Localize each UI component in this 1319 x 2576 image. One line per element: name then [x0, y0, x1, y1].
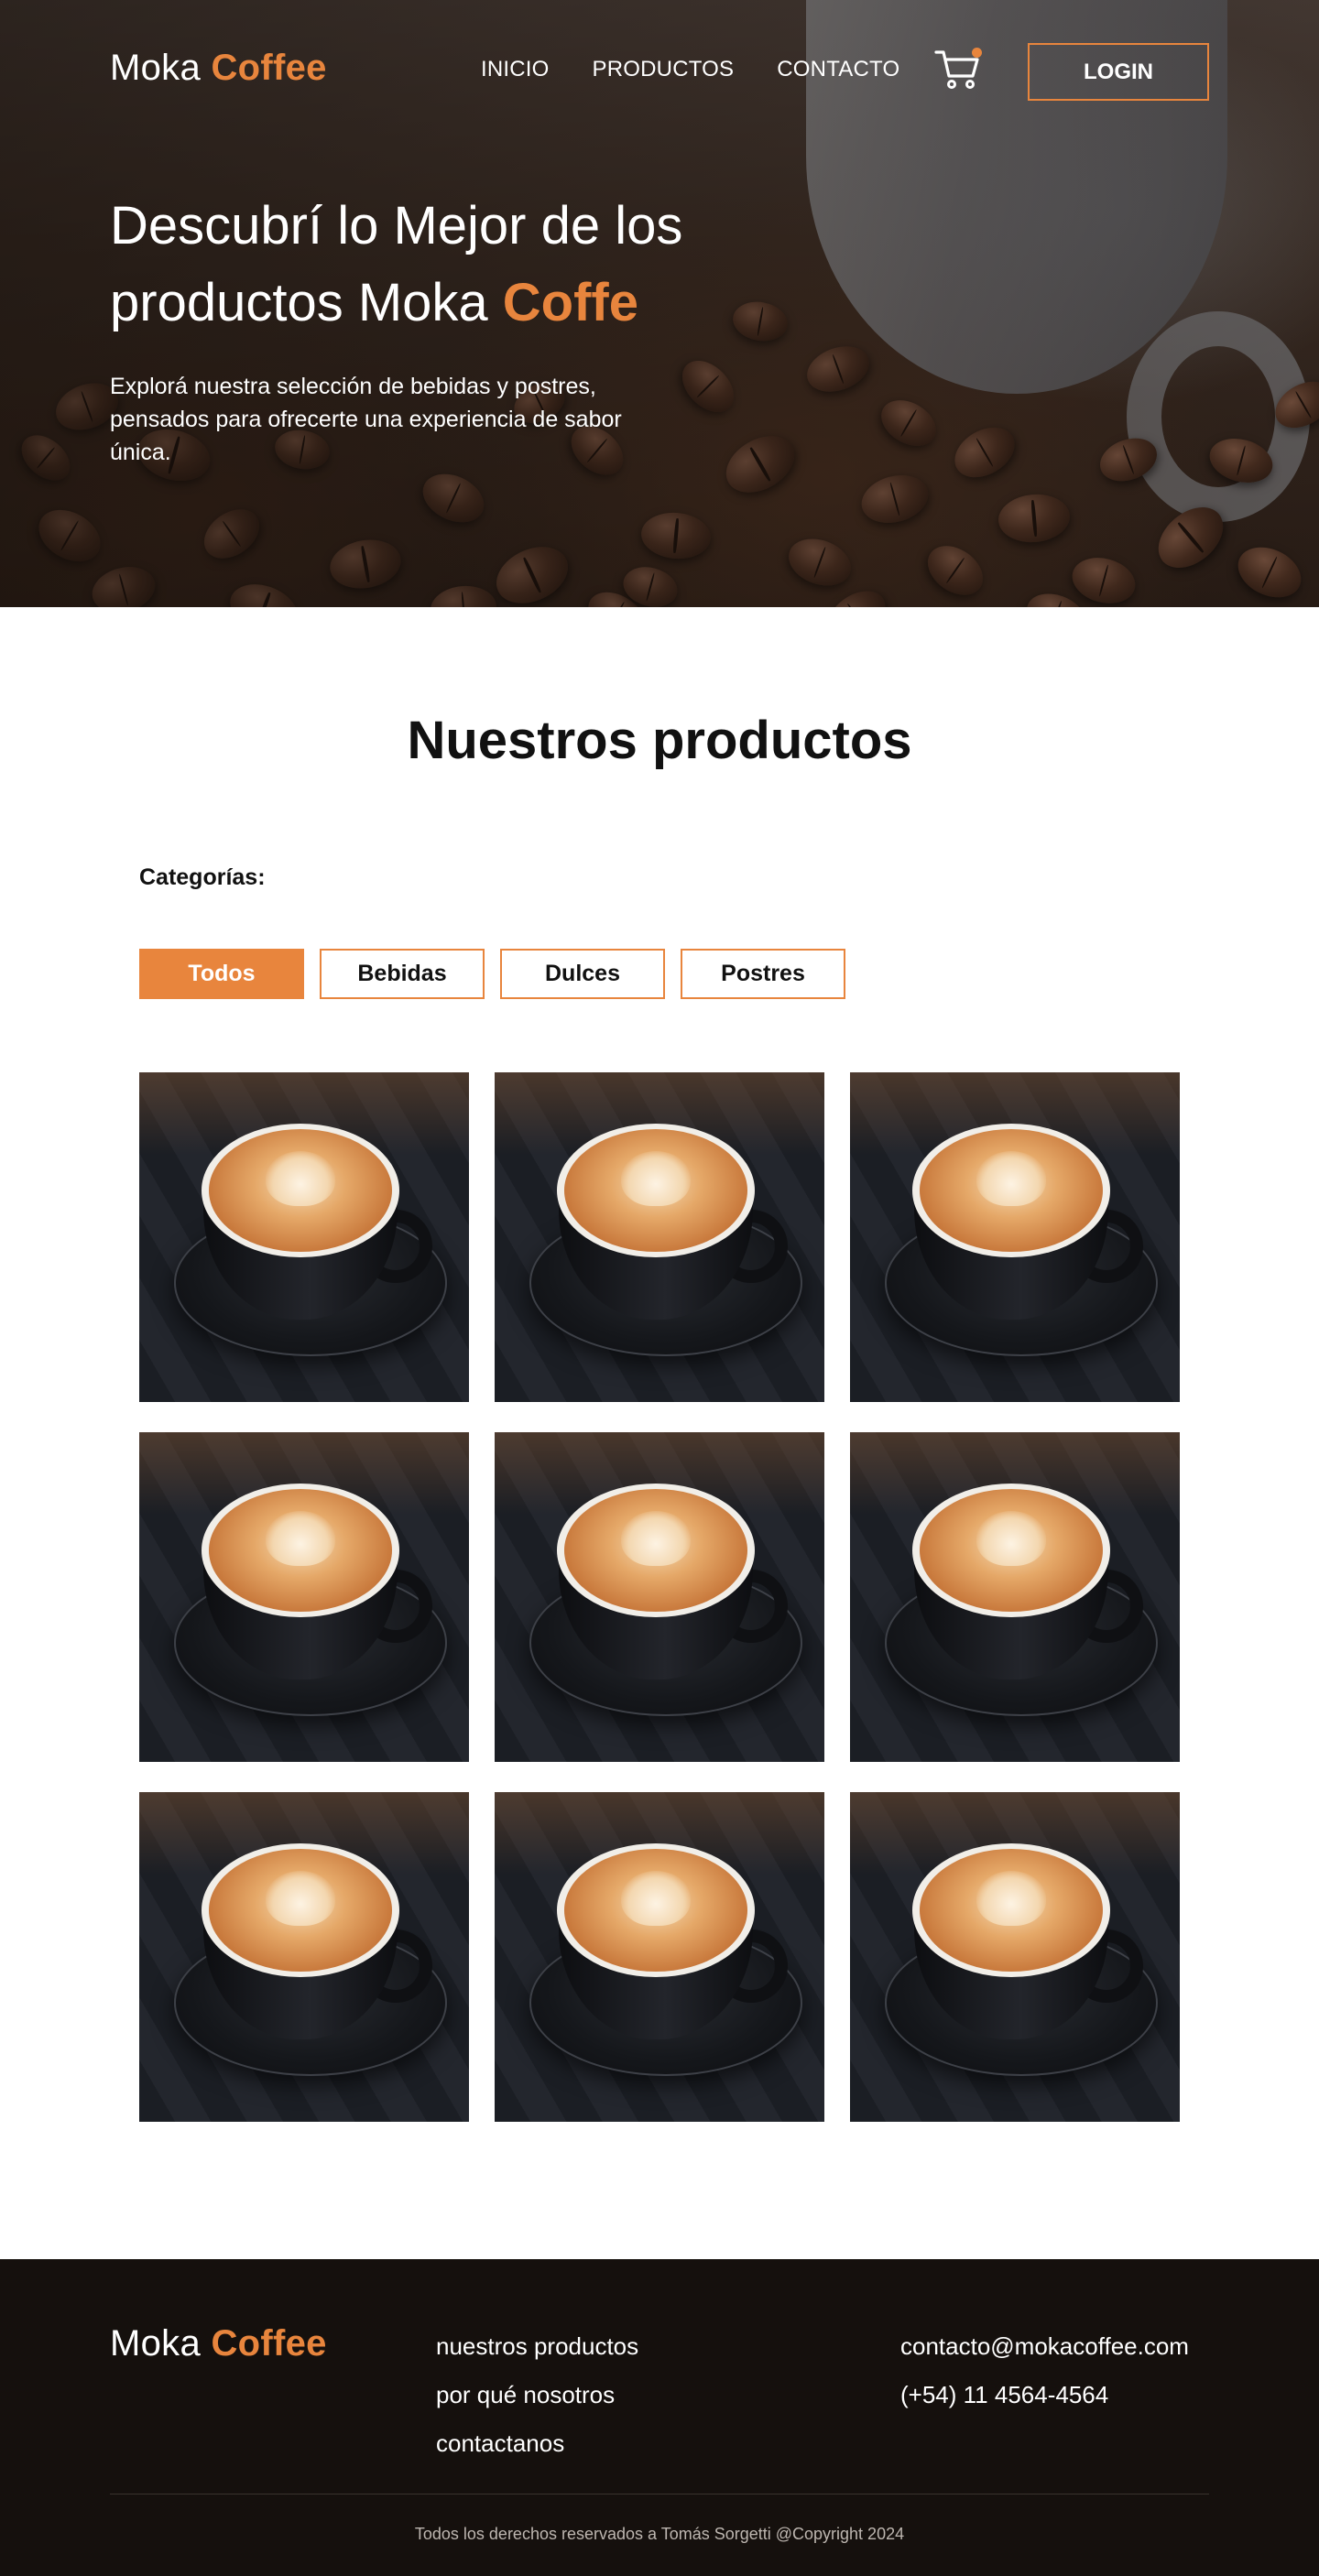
product-card[interactable]: [139, 1432, 469, 1762]
category-filters: Todos Bebidas Dulces Postres: [139, 949, 845, 999]
main-nav: INICIO PRODUCTOS CONTACTO: [481, 57, 899, 82]
filter-dulces-button[interactable]: Dulces: [500, 949, 665, 999]
site-footer: Moka Coffee nuestros productos por qué n…: [0, 2259, 1319, 2576]
footer-logo-accent: Coffee: [211, 2323, 327, 2364]
hero-description: Explorá nuestra selección de bebidas y p…: [110, 374, 622, 465]
footer-link-por-que-nosotros[interactable]: por qué nosotros: [436, 2379, 638, 2411]
footer-links: nuestros productos por qué nosotros cont…: [436, 2331, 638, 2460]
footer-link-productos[interactable]: nuestros productos: [436, 2331, 638, 2363]
footer-contact: contacto@mokacoffee.com (+54) 11 4564-45…: [900, 2331, 1189, 2411]
product-card[interactable]: [850, 1792, 1180, 2122]
hero-title-accent: Coffe: [502, 273, 638, 332]
footer-link-contactanos[interactable]: contactanos: [436, 2428, 638, 2460]
products-title: Nuestros productos: [407, 711, 912, 770]
footer-brand-logo[interactable]: Moka Coffee: [110, 2323, 327, 2364]
hero-section: Moka Coffee INICIO PRODUCTOS CONTACTO LO…: [0, 0, 1319, 607]
footer-phone: (+54) 11 4564-4564: [900, 2381, 1109, 2408]
cart-badge-dot: [972, 48, 982, 58]
filter-postres-button[interactable]: Postres: [681, 949, 845, 999]
brand-logo[interactable]: Moka Coffee: [110, 48, 327, 89]
categories-label: Categorías:: [139, 864, 266, 890]
filter-bebidas-button[interactable]: Bebidas: [320, 949, 485, 999]
product-card[interactable]: [139, 1792, 469, 2122]
product-card[interactable]: [850, 1432, 1180, 1762]
hero-title: Descubrí lo Mejor de los productos Moka …: [110, 188, 806, 342]
footer-email[interactable]: contacto@mokacoffee.com: [900, 2331, 1189, 2363]
product-card[interactable]: [495, 1792, 824, 2122]
product-card[interactable]: [495, 1072, 824, 1402]
product-card[interactable]: [139, 1072, 469, 1402]
product-card[interactable]: [850, 1072, 1180, 1402]
nav-link-productos[interactable]: PRODUCTOS: [593, 57, 735, 82]
product-card[interactable]: [495, 1432, 824, 1762]
product-grid: [139, 1072, 1180, 2122]
hero-title-line2: productos Moka: [110, 273, 488, 332]
filter-todos-button[interactable]: Todos: [139, 949, 304, 999]
copyright-text: Todos los derechos reservados a Tomás So…: [414, 2525, 905, 2543]
login-button[interactable]: LOGIN: [1028, 43, 1209, 101]
footer-logo-name: Moka: [110, 2323, 202, 2364]
hero-title-line1: Descubrí lo Mejor de los: [110, 196, 683, 255]
nav-link-contacto[interactable]: CONTACTO: [777, 57, 899, 82]
brand-logo-name: Moka: [110, 48, 202, 88]
brand-logo-accent: Coffee: [211, 48, 327, 88]
nav-link-inicio[interactable]: INICIO: [481, 57, 550, 82]
